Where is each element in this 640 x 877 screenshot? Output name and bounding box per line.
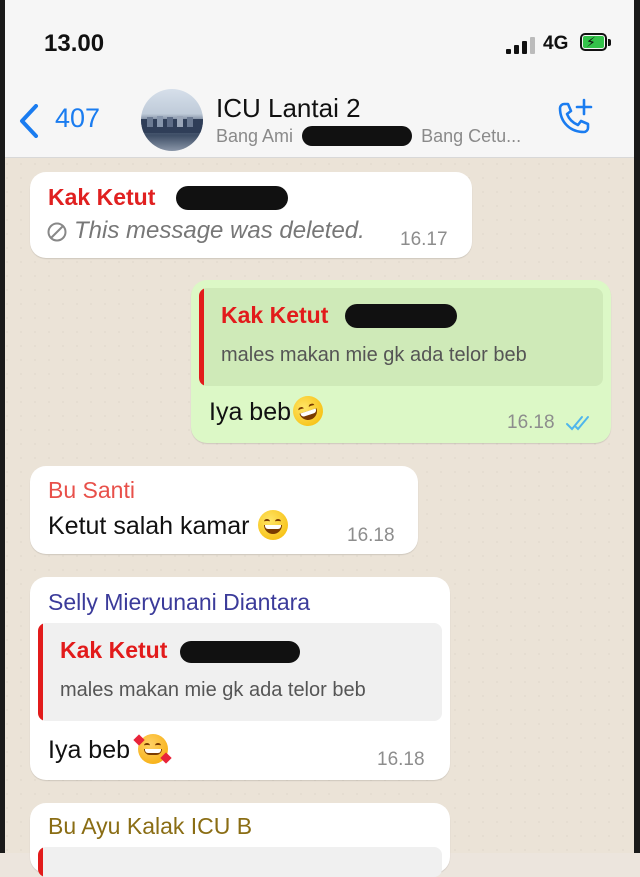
quoted-sender: Kak Ketut xyxy=(60,637,168,663)
chat-title[interactable]: ICU Lantai 2 xyxy=(216,93,361,124)
deleted-icon xyxy=(47,222,67,242)
message-text: Iya beb xyxy=(209,392,327,430)
quoted-sender: Kak Ketut xyxy=(221,302,329,328)
grinning-face-icon xyxy=(257,510,288,540)
quoted-text: males makan mie gk ada telor beb xyxy=(60,679,366,701)
signal-icon xyxy=(506,36,540,54)
network-type: 4G xyxy=(543,33,569,54)
message-deleted[interactable]: Kak Ketut This message was deleted. 16.1… xyxy=(30,172,472,258)
chevron-left-icon xyxy=(20,104,38,138)
quoted-text: males makan mie gk ada telor beb xyxy=(221,344,527,366)
message-incoming[interactable]: Selly Mieryunani Diantara Kak Ketut male… xyxy=(30,577,450,780)
redaction-bar xyxy=(176,186,288,210)
battery-charging-icon: ⚡ xyxy=(580,33,612,53)
device-frame-right xyxy=(634,0,640,853)
message-sender: Bu Santi xyxy=(48,477,135,503)
message-text: Ketut salah kamar xyxy=(48,510,288,541)
back-button[interactable]: 407 xyxy=(18,100,113,144)
status-time: 13.00 xyxy=(44,30,105,57)
message-time: 16.17 xyxy=(400,229,448,250)
chat-members[interactable]: Bang Ami Bang Cetu... xyxy=(216,126,521,147)
chat-header: 13.00 4G ⚡ 407 ICU Lantai 2 Bang Ami Ban… xyxy=(0,0,640,158)
member-name: Bang Ami xyxy=(216,126,294,146)
device-frame-left xyxy=(0,0,5,853)
add-call-icon[interactable] xyxy=(552,98,596,142)
redaction-bar xyxy=(180,641,300,663)
message-text: Iya beb xyxy=(48,734,172,765)
rolling-on-floor-laughing-icon xyxy=(289,392,327,430)
group-avatar[interactable] xyxy=(141,89,203,151)
unread-count: 407 xyxy=(55,103,101,133)
quoted-message xyxy=(38,847,442,877)
redaction-bar xyxy=(302,126,413,146)
quoted-message[interactable]: Kak Ketut males makan mie gk ada telor b… xyxy=(38,623,442,721)
message-sender: Kak Ketut xyxy=(48,184,156,210)
smiling-face-with-hearts-icon xyxy=(133,734,172,764)
deleted-text: This message was deleted. xyxy=(74,217,365,244)
quoted-message[interactable]: Kak Ketut males makan mie gk ada telor b… xyxy=(199,288,603,386)
member-name: Bang Cetu... xyxy=(421,126,522,146)
message-sender: Bu Ayu Kalak ICU B xyxy=(48,813,253,839)
message-time: 16.18 xyxy=(377,749,425,770)
message-time: 16.18 xyxy=(347,525,395,546)
read-ticks-icon xyxy=(566,416,589,431)
message-outgoing[interactable]: Kak Ketut males makan mie gk ada telor b… xyxy=(191,280,611,443)
message-incoming[interactable]: Bu Santi Ketut salah kamar 16.18 xyxy=(30,466,418,554)
message-sender: Selly Mieryunani Diantara xyxy=(48,589,311,615)
redaction-bar xyxy=(345,304,457,328)
message-incoming[interactable]: Bu Ayu Kalak ICU B xyxy=(30,803,450,877)
message-time: 16.18 xyxy=(507,412,555,433)
